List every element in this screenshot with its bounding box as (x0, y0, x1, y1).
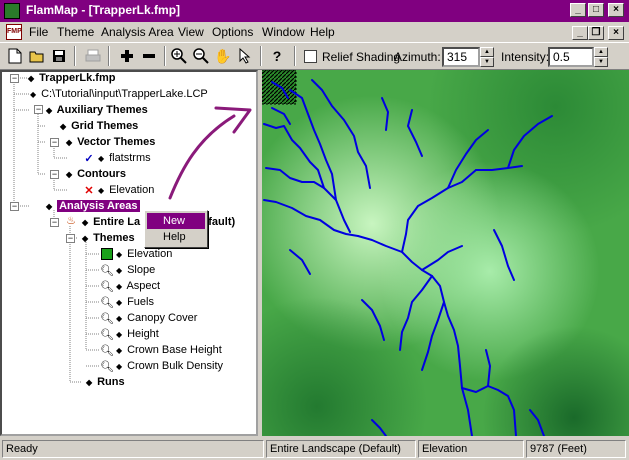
menu-theme[interactable]: Theme (57, 25, 94, 39)
terrain-map[interactable] (262, 70, 629, 436)
pan-hand-icon[interactable]: ✋ (212, 46, 234, 66)
toolbar-separator (74, 46, 76, 66)
toolbar-separator (108, 46, 110, 66)
maximize-button[interactable]: □ (588, 3, 604, 17)
menu-options[interactable]: Options (212, 25, 253, 39)
project-tree: − ◆ TrapperLk.fmp ◆ C:\Tutorial\input\Tr… (0, 70, 258, 436)
menu-file[interactable]: File (29, 25, 48, 39)
menu-bar: FMP File Theme Analysis Area View Option… (0, 22, 629, 42)
intensity-label: Intensity: (501, 50, 550, 64)
plus-icon[interactable] (116, 46, 138, 66)
status-analysis-area: Entire Landscape (Default) (266, 440, 416, 458)
pointer-icon[interactable] (234, 46, 256, 66)
relief-shading-label: Relief Shading (322, 50, 401, 64)
status-ready: Ready (2, 440, 264, 458)
annotation-arrow (168, 106, 252, 200)
help-query-icon[interactable]: ? (266, 46, 288, 66)
open-folder-icon[interactable] (26, 46, 48, 66)
toolbar: ✋ ? Relief Shading Azimuth: 315 ▲ ▼ Inten… (0, 42, 629, 70)
azimuth-spinner[interactable]: ▲ ▼ (480, 47, 494, 67)
menu-analysis-area[interactable]: Analysis Area (101, 25, 174, 39)
toolbar-separator (294, 46, 296, 66)
azimuth-input[interactable]: 315 (442, 47, 480, 67)
status-theme: Elevation (418, 440, 524, 458)
title-bar: FlamMap - [TrapperLk.fmp] _ □ × (0, 0, 629, 22)
document-icon[interactable]: FMP (6, 24, 22, 40)
app-icon (4, 3, 20, 19)
window-title: FlamMap - [TrapperLk.fmp] (26, 3, 181, 17)
mdi-minimize-button[interactable]: _ (572, 26, 588, 40)
close-button[interactable]: × (608, 3, 624, 17)
menu-help[interactable]: Help (310, 25, 335, 39)
context-menu-help[interactable]: Help (147, 229, 205, 245)
mdi-restore-button[interactable]: ❐ (588, 26, 604, 40)
map-view[interactable] (262, 70, 629, 436)
mdi-close-button[interactable]: × (608, 26, 624, 40)
context-menu: New Help (144, 210, 208, 248)
relief-shading-checkbox[interactable] (304, 50, 317, 63)
toolbar-separator (164, 46, 166, 66)
menu-view[interactable]: View (178, 25, 204, 39)
azimuth-label: Azimuth: (394, 50, 441, 64)
menu-window[interactable]: Window (262, 25, 305, 39)
context-menu-new[interactable]: New (147, 213, 205, 229)
intensity-spinner[interactable]: ▲ ▼ (594, 47, 608, 67)
print-icon[interactable] (82, 46, 104, 66)
intensity-input[interactable]: 0.5 (548, 47, 594, 67)
toolbar-separator (260, 46, 262, 66)
zoom-in-icon[interactable] (168, 46, 190, 66)
save-icon[interactable] (48, 46, 70, 66)
minimize-button[interactable]: _ (570, 3, 586, 17)
status-value: 9787 (Feet) (526, 440, 626, 458)
new-file-icon[interactable] (4, 46, 26, 66)
zoom-out-icon[interactable] (190, 46, 212, 66)
status-bar: Ready Entire Landscape (Default) Elevati… (0, 438, 629, 460)
minus-icon[interactable] (138, 46, 160, 66)
